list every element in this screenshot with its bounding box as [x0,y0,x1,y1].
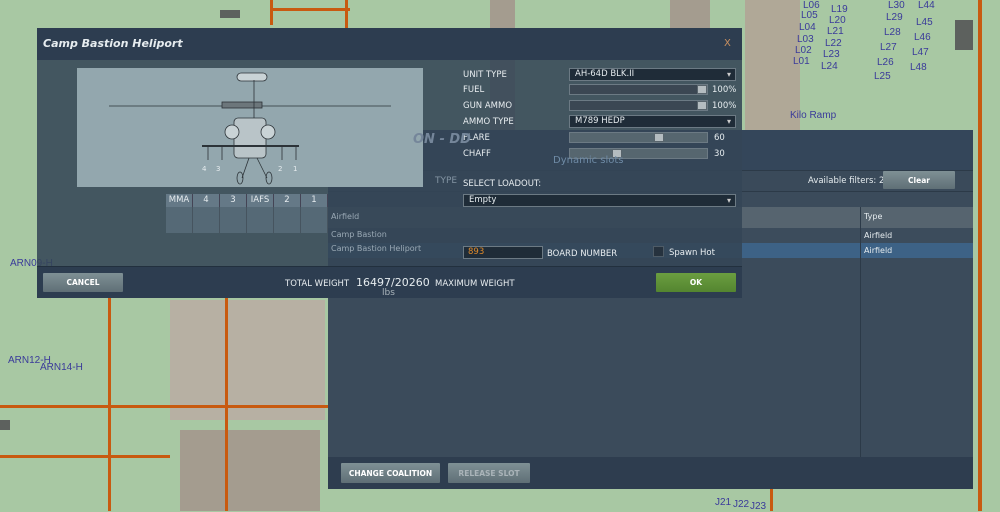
map-label: L02 [795,45,812,56]
slider-handle[interactable] [697,85,707,94]
slider-handle[interactable] [697,101,707,110]
map-label: L47 [912,47,929,58]
board-number-input[interactable]: 893 [463,246,543,259]
map-label: ARN14-H [40,362,83,373]
gun-ammo-label: GUN AMMO [463,101,513,111]
pylon-header-1[interactable]: 1 [301,194,328,207]
pylon-label: 2 [278,165,283,173]
weight-unit: lbs [382,288,395,298]
fuel-label: FUEL [463,85,485,95]
pylon-header-iafs[interactable]: IAFS [247,194,274,207]
map-label: L21 [827,26,844,37]
helicopter-front-view-icon [109,72,391,185]
map-label: L27 [880,42,897,53]
map-label: L45 [916,17,933,28]
pylon-slot[interactable] [220,207,247,233]
map-label: L29 [886,12,903,23]
map-label: L48 [910,62,927,73]
pylon-label: 4 [202,165,207,173]
spawn-hot-checkbox[interactable] [653,246,664,257]
map-label: J21 [715,497,732,508]
map-label: L01 [793,56,810,67]
map-label: L04 [799,22,816,33]
select-loadout-label: SELECT LOADOUT: [463,179,542,189]
pylon-slot[interactable] [301,207,328,233]
map-label: J22 [733,499,750,510]
unit-type-select[interactable]: AH-64D BLK.II [569,68,736,81]
aircraft-preview: 4 3 2 1 [77,68,423,187]
unit-type-label: UNIT TYPE [463,70,507,80]
map-label: L44 [918,0,935,11]
map-label: L19 [831,4,848,15]
spawn-hot-label: Spawn Hot [669,248,715,258]
map-label: Kilo Ramp [790,110,837,121]
chaff-label: CHAFF [463,149,491,159]
maximum-weight-label: MAXIMUM WEIGHT [435,279,515,289]
map-label: L03 [797,34,814,45]
pylon-slot[interactable] [274,207,301,233]
column-divider [860,207,861,457]
ammo-type-select[interactable]: M789 HEDP [569,115,736,128]
pylon-table: MMA 4 3 IAFS 2 1 [166,194,330,233]
map-label: L20 [829,15,846,26]
close-icon[interactable]: X [724,38,731,49]
pylon-header-4[interactable]: 4 [193,194,220,207]
fuel-value: 100% [712,85,737,95]
map-label: J23 [750,501,767,512]
row-type: Airfield [864,246,893,255]
column-header-type[interactable]: Type [864,212,882,221]
map-label: L30 [888,0,905,11]
unit-setup-dialog: Camp Bastion Heliport X 4 3 2 1 MMA 4 3 … [37,28,742,298]
pylon-header-3[interactable]: 3 [220,194,247,207]
flare-label: FLARE [463,133,490,143]
fuel-slider[interactable] [569,84,708,95]
flare-value: 60 [714,133,725,143]
map-label: L28 [884,27,901,38]
pylon-slot[interactable] [166,207,193,233]
board-number-label: BOARD NUMBER [547,249,618,259]
available-filters-count: Available filters: 2 [808,176,885,186]
pylon-header-2[interactable]: 2 [274,194,301,207]
slider-handle[interactable] [612,149,622,158]
pylon-label: 1 [293,165,298,173]
total-weight-label: TOTAL WEIGHT [285,279,350,289]
ammo-type-label: AMMO TYPE [463,117,514,127]
change-coalition-button[interactable]: CHANGE COALITION [341,463,440,483]
row-type: Airfield [864,231,893,240]
slider-handle[interactable] [654,133,664,142]
cancel-button[interactable]: CANCEL [43,273,123,292]
map-label: L22 [825,38,842,49]
map-label: L26 [877,57,894,68]
loadout-select[interactable]: Empty [463,194,736,207]
gun-ammo-slider[interactable] [569,100,708,111]
chaff-slider[interactable] [569,148,708,159]
chaff-value: 30 [714,149,725,159]
gun-ammo-value: 100% [712,101,737,111]
pylon-header-mma[interactable]: MMA [166,194,193,207]
flare-slider[interactable] [569,132,708,143]
map-label: L46 [914,32,931,43]
map-label: L05 [801,10,818,21]
ok-button[interactable]: OK [656,273,736,292]
pylon-slot[interactable] [193,207,220,233]
map-label: L23 [823,49,840,60]
map-label: L25 [874,71,891,82]
clear-filters-button[interactable]: Clear [883,171,955,189]
map-label: L24 [821,61,838,72]
dialog-title: Camp Bastion Heliport [43,37,183,50]
release-slot-button[interactable]: RELEASE SLOT [448,463,530,483]
pylon-slot[interactable] [247,207,274,233]
pylon-label: 3 [216,165,221,173]
